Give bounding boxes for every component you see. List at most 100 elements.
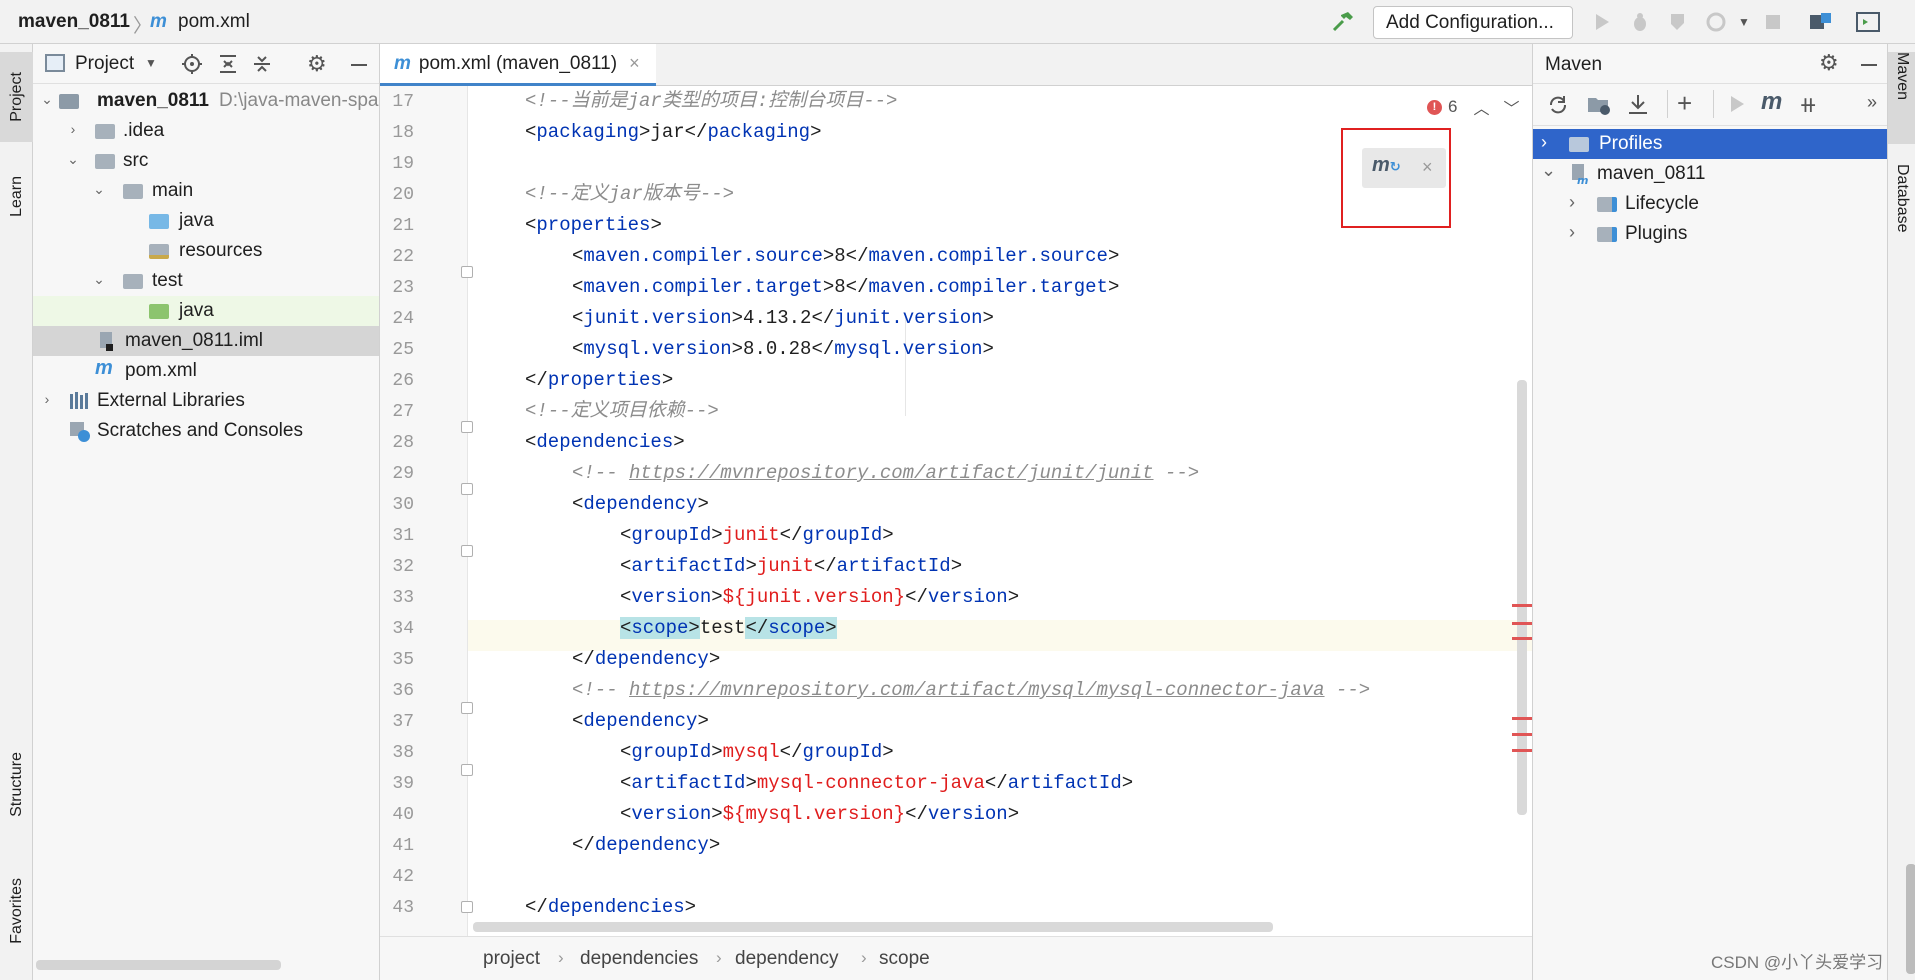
test-folder-icon [149,301,171,321]
tree-item-external-libraries[interactable]: › External Libraries [33,386,379,416]
code-line-22: <maven.compiler.source>8</maven.compiler… [572,245,1120,267]
add-icon[interactable]: + [1677,88,1692,119]
error-stripe-mark[interactable] [1512,622,1532,625]
tab-pom-xml[interactable]: m pom.xml (maven_0811) × [380,44,656,86]
fold-marker-icon[interactable] [461,901,473,913]
maven-item-profiles[interactable]: › Profiles [1533,129,1888,159]
tree-item-main-java[interactable]: java [33,206,379,236]
fold-marker-icon[interactable] [461,702,473,714]
code-line-43: </dependencies> [525,896,697,918]
tree-item-test-java[interactable]: java [33,296,379,326]
reload-folder-icon[interactable] [1587,94,1611,122]
chevron-right-icon[interactable]: › [39,391,55,411]
minimize-icon[interactable] [351,64,367,66]
load-maven-changes-icon[interactable]: m↻ [1372,154,1401,177]
project-view-selector[interactable]: Project [75,53,134,75]
toggle-offline-icon[interactable]: ⧺ [1799,92,1817,118]
project-tool-tab[interactable]: Project [0,52,33,142]
tree-item-main[interactable]: ⌄ main [33,176,379,206]
maven-tool-tab[interactable]: Maven [1888,52,1915,144]
error-stripe-mark[interactable] [1512,749,1532,752]
execute-goal-icon[interactable]: m [1761,88,1782,116]
fold-marker-icon[interactable] [461,545,473,557]
nav-project-name[interactable]: maven_0811 [18,11,130,33]
debug-icon[interactable] [1627,9,1653,35]
breadcrumb-item[interactable]: scope [879,948,930,970]
chevron-right-icon[interactable]: › [1569,192,1575,213]
close-icon[interactable]: × [1422,157,1433,178]
tree-item-src[interactable]: ⌄ src [33,146,379,176]
add-configuration-button[interactable]: Add Configuration... [1373,6,1573,39]
tree-item-scratches[interactable]: Scratches and Consoles [33,416,379,446]
line-number: 33 [392,588,414,608]
chevron-down-icon[interactable]: ﹀ [1503,95,1519,119]
fold-marker-icon[interactable] [461,483,473,495]
chevron-right-icon[interactable]: › [65,121,81,141]
nav-file-name[interactable]: pom.xml [178,11,250,33]
maven-panel-header: Maven ⚙ [1533,44,1888,84]
tree-item-maven-0811[interactable]: ⌄ maven_0811 D:\java-maven-spa [33,86,379,116]
minimize-icon[interactable] [1861,64,1877,66]
download-icon[interactable] [1627,94,1651,122]
maven-item-lifecycle[interactable]: › Lifecycle [1533,189,1888,219]
horizontal-scrollbar[interactable] [36,960,281,970]
code-line-30: <dependency> [572,493,709,515]
run-icon[interactable] [1589,9,1615,35]
project-structure-icon[interactable] [1808,9,1834,35]
expand-all-icon[interactable] [217,53,239,81]
maven-item-project[interactable]: ⌄ m maven_0811 [1533,159,1888,189]
inspection-widget[interactable]: ! 6 ︿ ﹀ [1427,96,1520,118]
fold-marker-icon[interactable] [461,421,473,433]
chevron-down-icon[interactable]: ⌄ [65,151,81,171]
tree-item-test[interactable]: ⌄ test [33,266,379,296]
tree-item-idea[interactable]: › .idea [33,116,379,146]
maven-file-icon: m [95,357,113,379]
structure-tool-tab[interactable]: Structure [0,734,33,834]
fold-marker-icon[interactable] [461,266,473,278]
database-tool-tab[interactable]: Database [1888,164,1915,274]
gear-icon[interactable]: ⚙ [1819,52,1839,74]
locate-target-icon[interactable] [181,53,203,81]
run-dropdown-icon[interactable]: ▼ [1731,9,1757,35]
chevron-down-icon[interactable]: ⌄ [39,91,55,111]
breadcrumb-item[interactable]: dependencies [580,948,698,970]
maven-item-plugins[interactable]: › Plugins [1533,219,1888,249]
code-line-26: </properties> [525,369,674,391]
fold-marker-icon[interactable] [461,764,473,776]
error-stripe-mark[interactable] [1512,717,1532,720]
chevron-down-icon[interactable]: ⌄ [91,181,107,201]
gear-icon[interactable]: ⚙ [307,53,327,75]
tree-item-iml[interactable]: maven_0811.iml [33,326,379,356]
learn-tool-tab[interactable]: Learn [0,156,33,236]
build-hammer-icon[interactable] [1330,9,1356,35]
tree-item-resources[interactable]: resources [33,236,379,266]
error-stripe-mark[interactable] [1512,604,1532,607]
run-icon[interactable] [1727,94,1747,120]
line-number: 17 [392,92,414,112]
terminal-window-icon[interactable] [1855,9,1881,35]
breadcrumb-item[interactable]: dependency [735,948,839,970]
chevron-down-icon[interactable]: ▼ [145,56,157,70]
tree-item-pom[interactable]: m pom.xml [33,356,379,386]
coverage-icon[interactable] [1666,9,1692,35]
more-icon[interactable]: » [1867,92,1877,113]
notification-handle[interactable] [1906,864,1915,974]
profile-icon[interactable] [1704,9,1730,35]
url-link[interactable]: https://mvnrepository.com/artifact/junit… [629,462,1154,484]
favorites-tool-tab[interactable]: Favorites [0,856,33,966]
horizontal-scrollbar[interactable] [473,922,1273,932]
stop-icon[interactable] [1760,9,1786,35]
error-stripe-mark[interactable] [1512,733,1532,736]
collapse-all-icon[interactable] [251,53,273,81]
chevron-up-icon[interactable]: ︿ [1473,95,1489,119]
breadcrumb-item[interactable]: project [483,948,540,970]
project-panel: Project ▼ ⚙ ⌄ maven_0811 D:\java-maven-s… [33,44,380,980]
error-stripe-mark[interactable] [1512,637,1532,640]
chevron-down-icon[interactable]: ⌄ [1541,160,1556,181]
chevron-right-icon[interactable]: › [1541,132,1547,153]
reload-icon[interactable] [1547,94,1569,122]
chevron-down-icon[interactable]: ⌄ [91,271,107,291]
chevron-right-icon[interactable]: › [1569,222,1575,243]
url-link[interactable]: https://mvnrepository.com/artifact/mysql… [629,679,1325,701]
close-icon[interactable]: × [629,53,640,74]
